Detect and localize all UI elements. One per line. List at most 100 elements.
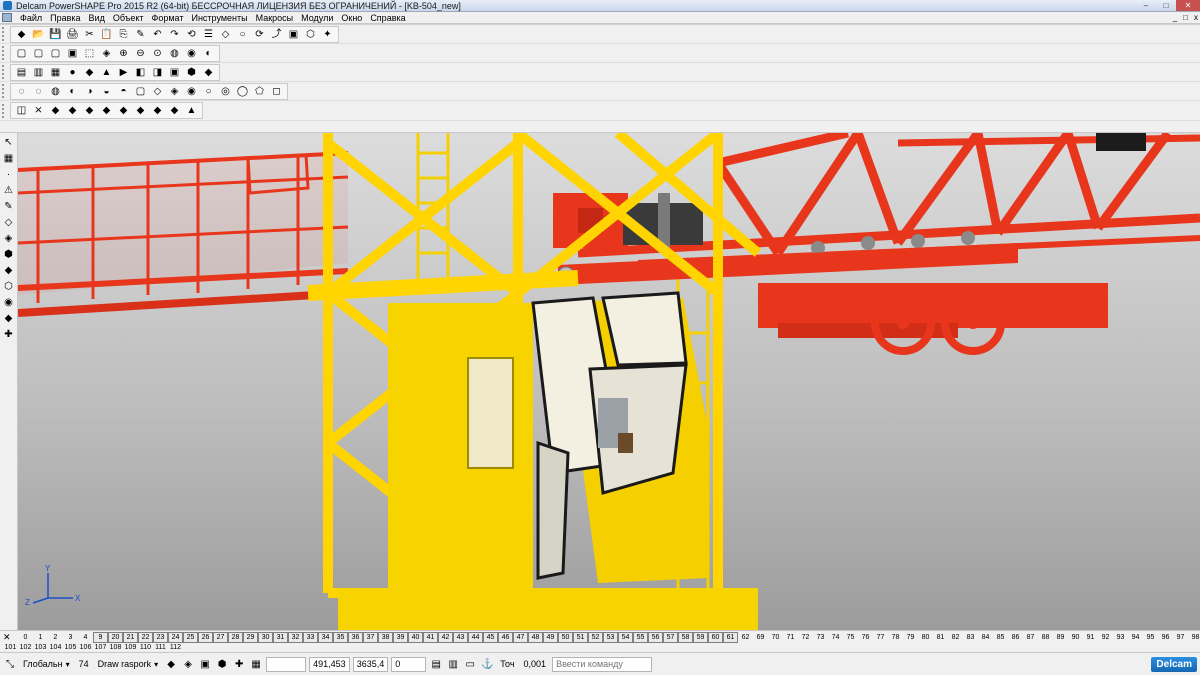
- standard-button-7[interactable]: ✎: [133, 27, 148, 42]
- level-78[interactable]: 78: [888, 633, 903, 642]
- solid-button-3[interactable]: ◆: [65, 103, 80, 118]
- left-tool-button-0[interactable]: ↖: [2, 136, 16, 149]
- surface-button-0[interactable]: ◌: [14, 84, 29, 99]
- menu-view[interactable]: Вид: [85, 12, 109, 24]
- menu-macros[interactable]: Макросы: [252, 12, 298, 24]
- menu-object[interactable]: Объект: [109, 12, 148, 24]
- level-58[interactable]: 58: [678, 632, 693, 643]
- level-28[interactable]: 28: [228, 632, 243, 643]
- level-47[interactable]: 47: [513, 632, 528, 643]
- blank-field[interactable]: [266, 656, 307, 672]
- workplane-select[interactable]: Глобальн: [20, 657, 73, 672]
- level-84[interactable]: 84: [978, 633, 993, 642]
- standard-button-2[interactable]: 💾: [48, 27, 63, 42]
- level-40[interactable]: 40: [408, 632, 423, 643]
- level-42[interactable]: 42: [438, 632, 453, 643]
- solid-button-7[interactable]: ◆: [133, 103, 148, 118]
- grid-icon[interactable]: ▦: [249, 657, 263, 671]
- objects-button-10[interactable]: ⬢: [184, 65, 199, 80]
- level-70[interactable]: 70: [768, 633, 783, 642]
- view-button-2[interactable]: ▢: [48, 46, 63, 61]
- left-tool-button-12[interactable]: ✚: [2, 328, 16, 341]
- surface-button-15[interactable]: ◻: [269, 84, 284, 99]
- level-85[interactable]: 85: [993, 633, 1008, 642]
- level-97[interactable]: 97: [1173, 633, 1188, 642]
- level-35[interactable]: 35: [333, 632, 348, 643]
- level-31[interactable]: 31: [273, 632, 288, 643]
- view-button-8[interactable]: ⊙: [150, 46, 165, 61]
- standard-button-14[interactable]: ⟳: [252, 27, 267, 42]
- view-button-9[interactable]: ◍: [167, 46, 182, 61]
- close-button[interactable]: ✕: [1176, 0, 1200, 11]
- level-29[interactable]: 29: [243, 632, 258, 643]
- level-108[interactable]: 108: [108, 643, 123, 652]
- render-mode-icon-3[interactable]: ▣: [198, 657, 212, 671]
- level-4[interactable]: 4: [78, 633, 93, 642]
- level-96[interactable]: 96: [1158, 633, 1173, 642]
- left-tool-button-2[interactable]: ·: [2, 168, 16, 181]
- level-76[interactable]: 76: [858, 633, 873, 642]
- view-button-3[interactable]: ▣: [65, 46, 80, 61]
- level-0[interactable]: 0: [18, 633, 33, 642]
- menu-help[interactable]: Справка: [366, 12, 409, 24]
- standard-button-8[interactable]: ↶: [150, 27, 165, 42]
- menu-file[interactable]: Файл: [16, 12, 46, 24]
- standard-button-18[interactable]: ✦: [320, 27, 335, 42]
- toolbar-grip[interactable]: [2, 103, 8, 118]
- standard-button-13[interactable]: ○: [235, 27, 250, 42]
- menu-modules[interactable]: Модули: [297, 12, 337, 24]
- solid-button-9[interactable]: ◆: [167, 103, 182, 118]
- view-button-0[interactable]: ▢: [14, 46, 29, 61]
- level-27[interactable]: 27: [213, 632, 228, 643]
- level-102[interactable]: 102: [18, 643, 33, 652]
- level-111[interactable]: 111: [153, 643, 168, 652]
- level-75[interactable]: 75: [843, 633, 858, 642]
- workplane-icon[interactable]: ⤡: [3, 657, 17, 671]
- level-49[interactable]: 49: [543, 632, 558, 643]
- level-38[interactable]: 38: [378, 632, 393, 643]
- level-112[interactable]: 112: [168, 643, 183, 652]
- level-32[interactable]: 32: [288, 632, 303, 643]
- level-107[interactable]: 107: [93, 643, 108, 652]
- level-88[interactable]: 88: [1038, 633, 1053, 642]
- solid-button-4[interactable]: ◆: [82, 103, 97, 118]
- solid-button-2[interactable]: ◆: [48, 103, 63, 118]
- view-button-10[interactable]: ◉: [184, 46, 199, 61]
- mdi-restore-button[interactable]: □: [1183, 12, 1188, 24]
- minimize-button[interactable]: –: [1136, 0, 1156, 11]
- standard-button-9[interactable]: ↷: [167, 27, 182, 42]
- objects-button-1[interactable]: ▥: [31, 65, 46, 80]
- surface-button-1[interactable]: ◌: [31, 84, 46, 99]
- level-103[interactable]: 103: [33, 643, 48, 652]
- level-109[interactable]: 109: [123, 643, 138, 652]
- level-number[interactable]: 74: [76, 657, 92, 672]
- level-36[interactable]: 36: [348, 632, 363, 643]
- objects-button-0[interactable]: ▤: [14, 65, 29, 80]
- level-name-select[interactable]: Draw raspork: [95, 657, 162, 672]
- solid-button-5[interactable]: ◆: [99, 103, 114, 118]
- surface-button-4[interactable]: ◑: [82, 84, 97, 99]
- level-26[interactable]: 26: [198, 632, 213, 643]
- level-106[interactable]: 106: [78, 643, 93, 652]
- level-48[interactable]: 48: [528, 632, 543, 643]
- level-39[interactable]: 39: [393, 632, 408, 643]
- level-98[interactable]: 98: [1188, 633, 1200, 642]
- level-33[interactable]: 33: [303, 632, 318, 643]
- level-37[interactable]: 37: [363, 632, 378, 643]
- mdi-close-button[interactable]: x: [1194, 12, 1198, 24]
- objects-button-9[interactable]: ▣: [167, 65, 182, 80]
- level-94[interactable]: 94: [1128, 633, 1143, 642]
- solid-button-6[interactable]: ◆: [116, 103, 131, 118]
- objects-button-5[interactable]: ▲: [99, 65, 114, 80]
- level-57[interactable]: 57: [663, 632, 678, 643]
- surface-button-6[interactable]: ◓: [116, 84, 131, 99]
- surface-button-11[interactable]: ○: [201, 84, 216, 99]
- level-43[interactable]: 43: [453, 632, 468, 643]
- toolbar-grip[interactable]: [2, 46, 8, 60]
- standard-button-5[interactable]: 📋: [99, 27, 114, 42]
- view-button-11[interactable]: ◐: [201, 46, 216, 61]
- objects-button-6[interactable]: ▶: [116, 65, 131, 80]
- view-button-6[interactable]: ⊕: [116, 46, 131, 61]
- level-55[interactable]: 55: [633, 632, 648, 643]
- level-25[interactable]: 25: [183, 632, 198, 643]
